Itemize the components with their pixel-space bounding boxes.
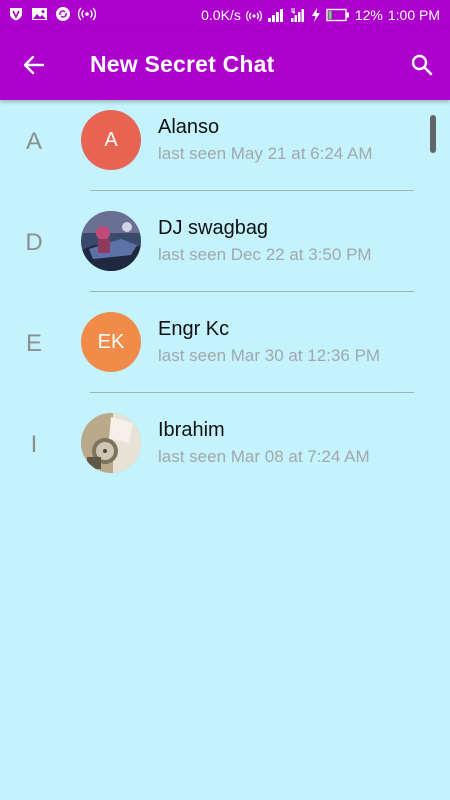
battery-percent: 12% (354, 7, 383, 23)
arrow-left-icon (23, 55, 45, 75)
avatar-photo (81, 211, 141, 271)
last-seen: last seen Mar 30 at 12:36 PM (158, 346, 381, 365)
avatar-photo (81, 413, 141, 473)
notification-icons (8, 6, 96, 22)
divider (90, 392, 414, 393)
avatar: A (81, 110, 141, 170)
gallery-icon (31, 6, 48, 22)
contact-row[interactable]: I Ibrahim last seen Mar 08 at 7:24 AM (0, 403, 450, 504)
search-icon (411, 54, 433, 76)
last-seen: last seen May 21 at 6:24 AM (158, 144, 373, 163)
signal-icon (267, 7, 285, 23)
app-bar: New Secret Chat (0, 30, 450, 100)
contact-row[interactable]: D DJ swagbag last seen Dec 22 at 3:50 PM (0, 201, 450, 302)
sync-app-icon (55, 6, 71, 22)
network-speed: 0.0K/s (201, 7, 241, 23)
last-seen: last seen Mar 08 at 7:24 AM (158, 447, 370, 466)
back-button[interactable] (14, 45, 54, 85)
contact-name: Engr Kc (158, 318, 230, 340)
scrollbar[interactable] (430, 115, 436, 153)
contact-row[interactable]: A A Alanso last seen May 21 at 6:24 AM (0, 100, 450, 201)
divider (90, 291, 414, 292)
contact-name: Ibrahim (158, 419, 225, 441)
last-seen: last seen Dec 22 at 3:50 PM (158, 245, 372, 264)
wifi-icon (245, 7, 262, 23)
signal-4g-icon (290, 7, 306, 23)
contact-name: Alanso (158, 116, 220, 138)
charging-icon (311, 7, 321, 23)
section-letter: E (25, 330, 42, 357)
avatar: EK (81, 312, 141, 372)
search-button[interactable] (402, 45, 442, 85)
contact-name: DJ swagbag (158, 217, 269, 239)
battery-icon (326, 8, 350, 22)
divider (90, 190, 414, 191)
clock: 1:00 PM (387, 7, 440, 23)
contact-row[interactable]: E EK Engr Kc last seen Mar 30 at 12:36 P… (0, 302, 450, 403)
avatar-initials: A (104, 128, 118, 151)
vpn-shield-icon (8, 6, 24, 22)
hotspot-icon (78, 6, 96, 22)
section-letter: A (25, 128, 42, 155)
section-letter: I (30, 431, 38, 458)
status-bar: 0.0K/s 12% 1:00 PM (0, 0, 450, 30)
contact-list: A A Alanso last seen May 21 at 6:24 AM D… (0, 100, 450, 504)
page-title: New Secret Chat (90, 51, 275, 77)
system-status: 0.0K/s 12% 1:00 PM (201, 0, 440, 30)
section-letter: D (25, 229, 43, 256)
avatar-initials: EK (97, 330, 125, 353)
